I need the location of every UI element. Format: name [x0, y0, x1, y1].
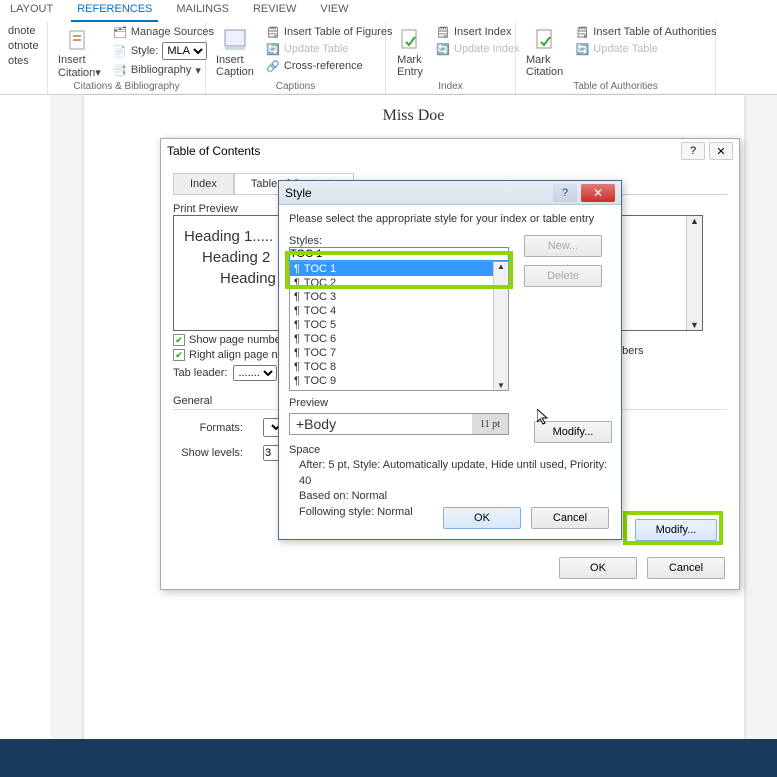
bibliography-button[interactable]: 📑Bibliography ▾: [111, 62, 216, 78]
bibliography-icon: 📑: [113, 63, 127, 77]
check-icon: ✔: [173, 349, 185, 361]
style-item-toc9[interactable]: ¶ TOC 9: [290, 374, 508, 388]
toc-tab-index[interactable]: Index: [173, 173, 234, 194]
insert-citation-label: InsertCitation▾: [58, 54, 101, 79]
ribbon-body: dnote otnote otes InsertCitation▾ 🗂Manag…: [0, 22, 777, 94]
group-footnotes-label: [6, 92, 41, 94]
close-button[interactable]: ✕: [709, 142, 733, 160]
preview-box: +Body11 pt: [289, 413, 509, 435]
help-button[interactable]: ?: [681, 142, 705, 160]
space-after: After: 5 pt, Style: Automatically update…: [289, 458, 611, 489]
style-instruction: Please select the appropriate style for …: [289, 213, 611, 225]
mark-entry-icon: [396, 26, 424, 54]
preview-scroll[interactable]: ▲▼: [686, 216, 702, 330]
insert-index-icon: 🗒: [436, 25, 450, 39]
style-cancel-button[interactable]: Cancel: [531, 507, 609, 529]
mark-citation-label: MarkCitation: [526, 54, 563, 78]
cursor-icon: [537, 409, 553, 425]
tab-leader-select[interactable]: .......: [233, 365, 277, 381]
group-citations-label: Citations & Bibliography: [54, 81, 199, 94]
insert-caption-button[interactable]: InsertCaption: [212, 24, 258, 80]
space-label: Space: [289, 443, 611, 458]
update-table-button[interactable]: 🔄Update Table: [264, 41, 395, 57]
group-captions-label: Captions: [212, 81, 379, 94]
insert-citation-button[interactable]: InsertCitation▾: [54, 24, 105, 81]
style-item-toc6[interactable]: ¶ TOC 6: [290, 332, 508, 346]
toc-dialog-title: Table of Contents: [167, 144, 260, 158]
manage-sources-button[interactable]: 🗂Manage Sources: [111, 24, 216, 40]
tab-mailings[interactable]: MAILINGS: [170, 0, 235, 22]
style-select[interactable]: MLA: [162, 42, 207, 60]
update-icon: 🔄: [266, 42, 280, 56]
style-icon: 📄: [113, 44, 127, 58]
tab-leader-label: Tab leader:: [173, 367, 227, 379]
style-close-button[interactable]: ✕: [581, 184, 615, 202]
style-new-button[interactable]: New...: [524, 235, 602, 257]
citation-style-dropdown[interactable]: 📄Style: MLA: [111, 41, 216, 61]
mark-citation-icon: [531, 26, 559, 54]
toc-cancel-button[interactable]: Cancel: [647, 557, 725, 579]
citation-icon: [65, 26, 93, 54]
ribbon: LAYOUT REFERENCES MAILINGS REVIEW VIEW d…: [0, 0, 777, 95]
style-item-toc7[interactable]: ¶ TOC 7: [290, 346, 508, 360]
update-index-icon: 🔄: [436, 42, 450, 56]
next-footnote-button[interactable]: otnote: [6, 39, 41, 53]
formats-label: Formats:: [173, 422, 243, 434]
crossref-icon: 🔗: [266, 59, 280, 73]
update-toa-icon: 🔄: [575, 42, 589, 56]
update-toa-button[interactable]: 🔄Update Table: [573, 41, 718, 57]
tab-review[interactable]: REVIEW: [247, 0, 302, 22]
tab-view[interactable]: VIEW: [314, 0, 354, 22]
style-item-toc5[interactable]: ¶ TOC 5: [290, 318, 508, 332]
group-toa-label: Table of Authorities: [522, 81, 709, 94]
insert-caption-label: InsertCaption: [216, 54, 254, 78]
styles-listbox[interactable]: ¶ TOC 1 ¶ TOC 2 ¶ TOC 3 ¶ TOC 4 ¶ TOC 5 …: [289, 261, 509, 391]
style-name-input[interactable]: [289, 247, 509, 261]
styles-scroll[interactable]: ▲▼: [493, 262, 508, 390]
insert-toa-button[interactable]: 🗒Insert Table of Authorities: [573, 24, 718, 40]
update-index-button[interactable]: 🔄Update Index: [434, 41, 521, 57]
insert-table-of-figures-button[interactable]: 🗒Insert Table of Figures: [264, 24, 395, 40]
style-item-toc2[interactable]: ¶ TOC 2: [290, 276, 508, 290]
tof-icon: 🗒: [266, 25, 280, 39]
insert-endnote-button[interactable]: dnote: [6, 24, 41, 38]
toc-ok-button[interactable]: OK: [559, 557, 637, 579]
mark-citation-button[interactable]: MarkCitation: [522, 24, 567, 80]
cross-reference-button[interactable]: 🔗Cross-reference: [264, 58, 395, 74]
style-delete-button[interactable]: Delete: [524, 265, 602, 287]
page-header-text: Miss Doe: [84, 107, 744, 125]
style-help-button[interactable]: ?: [553, 184, 577, 202]
toc-modify-button[interactable]: Modify...: [635, 519, 717, 541]
footer-bar: [0, 739, 777, 777]
style-item-toc3[interactable]: ¶ TOC 3: [290, 290, 508, 304]
toa-icon: 🗒: [575, 25, 589, 39]
tab-references[interactable]: REFERENCES: [71, 0, 158, 22]
tab-layout[interactable]: LAYOUT: [4, 0, 59, 22]
group-index-label: Index: [392, 81, 509, 94]
check-icon: ✔: [173, 334, 185, 346]
style-item-toc8[interactable]: ¶ TOC 8: [290, 360, 508, 374]
preview-label: Preview: [289, 397, 611, 409]
show-levels-label: Show levels:: [173, 447, 243, 459]
ribbon-tabs: LAYOUT REFERENCES MAILINGS REVIEW VIEW: [0, 0, 777, 22]
insert-index-button[interactable]: 🗒Insert Index: [434, 24, 521, 40]
mark-entry-button[interactable]: MarkEntry: [392, 24, 428, 80]
mark-entry-label: MarkEntry: [397, 54, 423, 78]
caption-icon: [221, 26, 249, 54]
style-dialog: Style ? ✕ Please select the appropriate …: [278, 180, 622, 540]
manage-sources-icon: 🗂: [113, 25, 127, 39]
style-item-toc1[interactable]: ¶ TOC 1: [290, 262, 508, 276]
style-ok-button[interactable]: OK: [443, 507, 521, 529]
style-item-toc4[interactable]: ¶ TOC 4: [290, 304, 508, 318]
space-based: Based on: Normal: [289, 489, 611, 504]
show-notes-button[interactable]: otes: [6, 54, 41, 68]
style-dialog-title: Style: [285, 186, 312, 200]
